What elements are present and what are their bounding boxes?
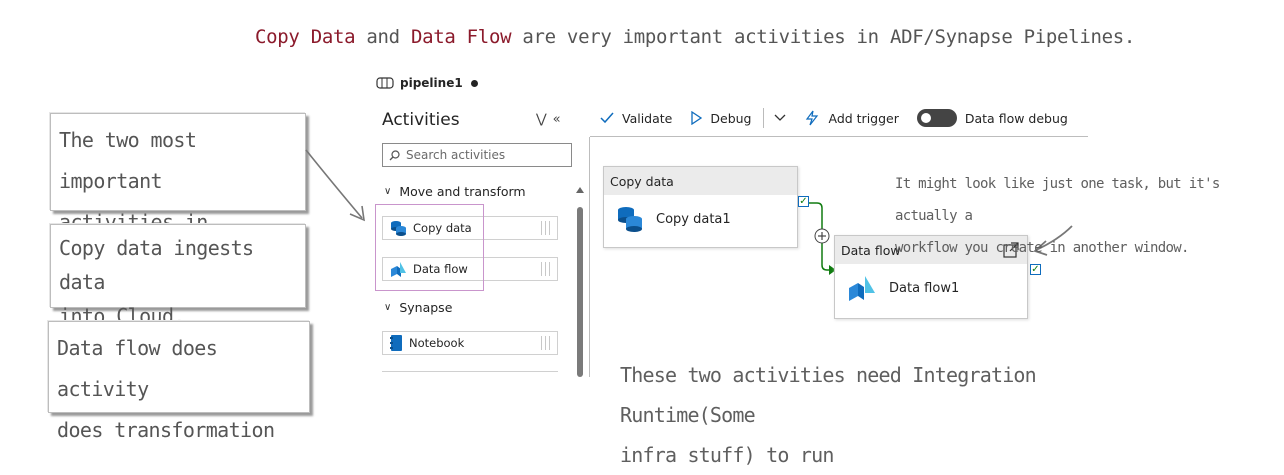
headline: Copy Data and Data Flow are very importa… (255, 26, 1135, 48)
headline-data-flow: Data Flow (410, 26, 512, 48)
note-important: The two most important activities in Pip… (50, 113, 306, 275)
drag-handle-icon[interactable] (541, 221, 553, 235)
pipeline-tab[interactable]: pipeline1 (376, 76, 478, 90)
activities-controls: ⋁« (536, 112, 567, 127)
annotation-workflow: It might look like just one task, but it… (895, 168, 1275, 264)
card-body: Data flow1 (835, 264, 1027, 312)
success-check-icon[interactable]: ✓ (798, 196, 809, 207)
unsaved-dot-icon (470, 79, 478, 87)
dataflow-debug-toggle[interactable]: Data flow debug (916, 109, 1068, 127)
search-icon (389, 149, 400, 160)
chevron-down-icon: ∨ (384, 302, 392, 313)
annotation-line: It might look like just one task, but it… (895, 176, 1220, 224)
copy-data-icon (618, 207, 642, 232)
card-header: Copy data (604, 167, 797, 195)
search-placeholder: Search activities (406, 148, 506, 162)
group-label: Synapse (399, 300, 453, 315)
annotation-integration-runtime: These two activities need Integration Ru… (620, 355, 1140, 475)
chevron-down-icon: ∨ (384, 186, 392, 197)
annotation-line: These two activities need Integration Ru… (620, 363, 1037, 427)
add-trigger-button[interactable]: Add trigger (804, 110, 899, 126)
pipeline-title: pipeline1 (400, 76, 463, 90)
note-copy: Copy data ingests data into Cloud. (50, 224, 306, 328)
activity-name: Data flow1 (889, 280, 960, 296)
lightning-icon (806, 110, 819, 126)
debug-button[interactable]: Debug (690, 111, 751, 126)
copy-data-activity[interactable]: Copy data Copy data1 (603, 166, 798, 248)
pointer-arrow-icon (305, 149, 365, 222)
scroll-thumb[interactable] (577, 207, 583, 377)
activities-title: Activities (382, 110, 460, 130)
success-check-icon[interactable]: ✓ (1030, 264, 1041, 275)
chevron-down-icon (775, 114, 786, 121)
group-move-transform[interactable]: ∨ Move and transform (384, 184, 526, 199)
annotation-line: workflow you create in another window. (895, 240, 1189, 256)
drag-handle-icon[interactable] (541, 262, 553, 276)
note-important-line1: The two most important (59, 128, 197, 193)
card-body: Copy data1 (604, 195, 797, 243)
notebook-icon (390, 335, 402, 351)
note-dataflow-line2: does transformation (57, 418, 275, 442)
note-copy-line1: Copy data ingests data (59, 236, 254, 294)
play-icon (691, 111, 703, 125)
card-header-label: Data flow (841, 242, 901, 258)
group-label: Move and transform (399, 184, 526, 199)
activity-label: Notebook (409, 336, 465, 350)
validate-button[interactable]: Validate (600, 111, 672, 126)
highlight-box (375, 204, 484, 291)
dataflow-debug-label: Data flow debug (964, 110, 1068, 126)
debug-dropdown[interactable] (774, 114, 786, 122)
pipeline-icon (376, 77, 394, 89)
debug-label: Debug (710, 110, 752, 126)
annotation-line: infra stuff) to run (620, 443, 834, 467)
scroll-up-icon[interactable] (576, 187, 584, 193)
pipeline-toolbar: Validate Debug Add trigger Data flow deb… (600, 106, 1088, 130)
note-dataflow-line1: Data flow does activity (57, 336, 218, 401)
toolbar-separator (763, 108, 765, 128)
note-dataflow: Data flow does activity does transformat… (48, 321, 310, 442)
toggle-switch[interactable] (916, 109, 957, 127)
checkmark-icon (600, 112, 614, 124)
item-edge (382, 371, 558, 372)
toolbar-divider (590, 136, 1088, 137)
group-synapse[interactable]: ∨ Synapse (384, 300, 452, 315)
headline-and: and (355, 26, 411, 48)
activity-name: Copy data1 (656, 211, 731, 227)
drag-handle-icon[interactable] (541, 336, 553, 350)
collapse-pane-icon[interactable]: « (553, 112, 567, 127)
headline-copy-data: Copy Data (255, 26, 356, 48)
collapse-all-icon[interactable]: ⋁ (536, 112, 553, 127)
data-flow-icon (849, 276, 875, 301)
canvas-divider (589, 137, 590, 377)
headline-rest: are very important activities in ADF/Syn… (511, 26, 1136, 48)
search-input[interactable]: Search activities (382, 143, 572, 167)
activities-scrollbar[interactable] (576, 187, 586, 377)
activity-item-notebook[interactable]: Notebook (382, 331, 558, 355)
validate-label: Validate (622, 110, 673, 126)
add-trigger-label: Add trigger (828, 110, 899, 126)
